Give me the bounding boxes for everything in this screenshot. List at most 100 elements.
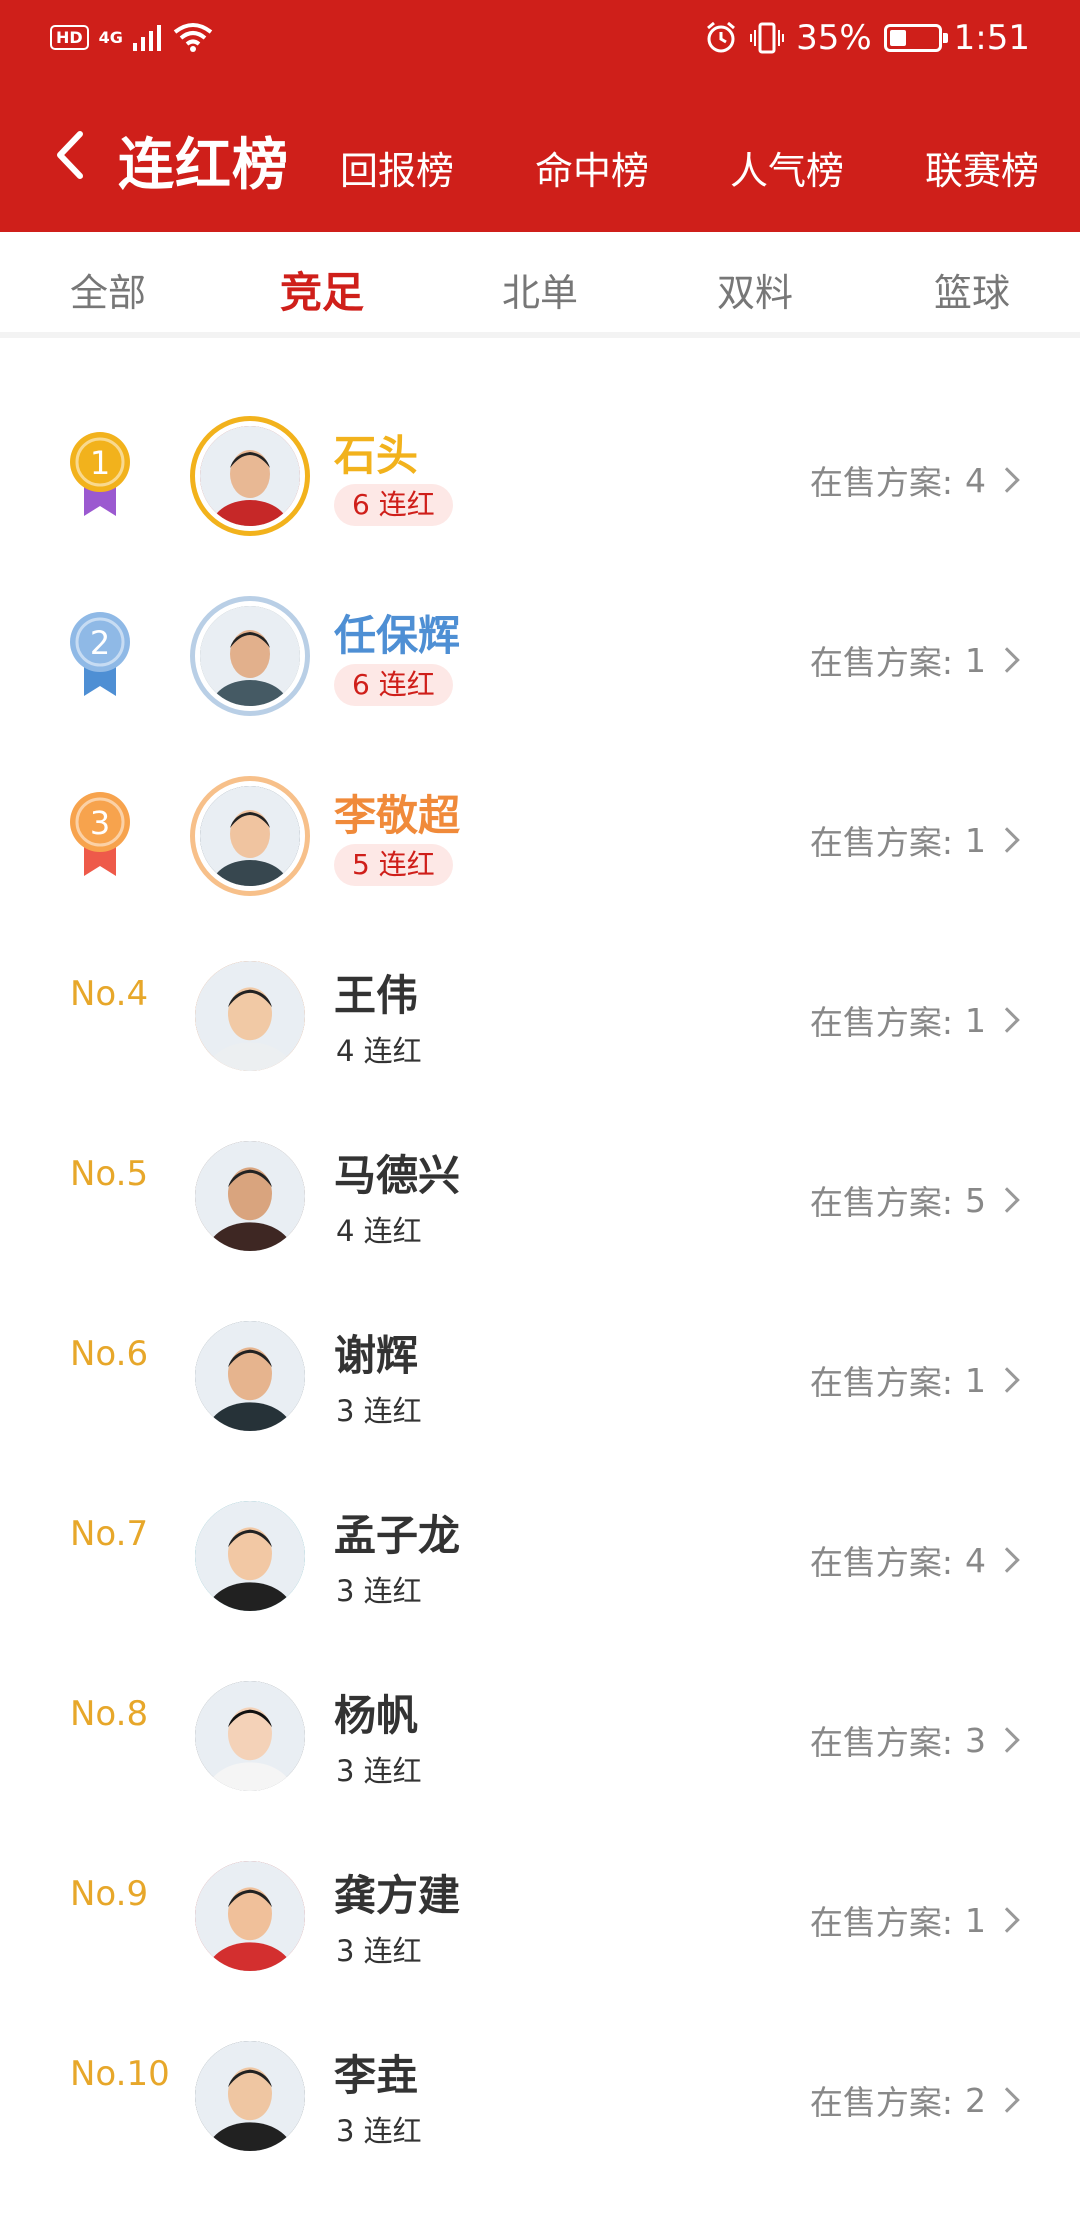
expert-name: 孟子龙	[334, 1511, 461, 1560]
onsale-plans[interactable]: 在售方案: 4	[810, 1536, 1020, 1584]
avatar[interactable]	[190, 416, 310, 536]
onsale-count: 3	[965, 1720, 986, 1760]
onsale-plans[interactable]: 在售方案: 1	[810, 636, 1020, 684]
subtab-beidan[interactable]: 北单	[502, 262, 578, 317]
avatar[interactable]	[190, 1136, 310, 1256]
onsale-plans[interactable]: 在售方案: 2	[810, 2076, 1020, 2124]
page-title: 连红榜	[118, 133, 289, 198]
tab-popular[interactable]: 人气榜	[730, 140, 844, 195]
onsale-count: 1	[965, 1000, 986, 1040]
back-arrow-icon[interactable]	[48, 128, 92, 182]
alarm-icon	[707, 21, 736, 53]
person-silhouette-icon	[200, 426, 300, 526]
onsale-count: 1	[965, 1360, 986, 1400]
subtab-jingzu[interactable]: 竞足	[280, 259, 364, 320]
expert-name: 任保辉	[334, 611, 461, 660]
expert-name: 谢辉	[334, 1331, 419, 1380]
ranking-row[interactable]: 3 李敬超 5 连红 在售方案: 1	[0, 730, 1080, 910]
onsale-plans[interactable]: 在售方案: 1	[810, 1896, 1020, 1944]
avatar-photo	[200, 426, 300, 526]
medal-icon: 3	[70, 792, 130, 876]
avatar[interactable]	[190, 1856, 310, 1976]
streak-count: 3 连红	[336, 1754, 422, 1788]
ranking-row[interactable]: No.9 龚方建 3 连红 在售方案: 1	[0, 1810, 1080, 1990]
onsale-count: 4	[965, 460, 986, 500]
person-silhouette-icon	[195, 1141, 305, 1251]
rank-number: No.5	[70, 1154, 149, 1194]
subtab-all[interactable]: 全部	[70, 262, 146, 317]
ranking-row[interactable]: No.6 谢辉 3 连红 在售方案: 1	[0, 1270, 1080, 1450]
avatar[interactable]	[190, 776, 310, 896]
vibrate-icon	[750, 22, 785, 54]
ranking-row[interactable]: No.8 杨帆 3 连红 在售方案: 3	[0, 1630, 1080, 1810]
subtab-basketball[interactable]: 篮球	[934, 262, 1010, 317]
streak-badge: 6 连红	[334, 484, 453, 526]
person-silhouette-icon	[195, 961, 305, 1071]
ranking-row[interactable]: No.5 马德兴 4 连红 在售方案: 5	[0, 1090, 1080, 1270]
rank-number: No.9	[70, 1874, 149, 1914]
ranking-row[interactable]: 1 石头 6 连红 在售方案: 4	[0, 370, 1080, 550]
chevron-right-icon	[994, 1007, 1020, 1033]
streak-count: 4 连红	[336, 1034, 422, 1068]
avatar[interactable]	[190, 596, 310, 716]
rank-number: No.6	[70, 1334, 149, 1374]
streak-count: 4 连红	[336, 1214, 422, 1248]
onsale-plans[interactable]: 在售方案: 3	[810, 1716, 1020, 1764]
avatar[interactable]	[190, 2036, 310, 2156]
onsale-label: 在售方案:	[809, 1003, 953, 1042]
tab-hit[interactable]: 命中榜	[535, 140, 649, 195]
expert-name: 李敬超	[334, 791, 461, 840]
avatar[interactable]	[190, 956, 310, 1076]
rank-number: No.7	[70, 1514, 149, 1554]
medal-rank: 3	[90, 804, 110, 842]
expert-name: 王伟	[334, 971, 419, 1020]
onsale-count: 1	[965, 640, 986, 680]
onsale-plans[interactable]: 在售方案: 1	[810, 1356, 1020, 1404]
onsale-plans[interactable]: 在售方案: 4	[810, 456, 1020, 504]
tab-league[interactable]: 联赛榜	[925, 140, 1039, 195]
avatar[interactable]	[190, 1316, 310, 1436]
onsale-plans[interactable]: 在售方案: 1	[809, 816, 1020, 864]
onsale-count: 5	[965, 1180, 986, 1220]
battery-icon	[883, 24, 948, 52]
person-silhouette-icon	[195, 2041, 305, 2151]
person-silhouette-icon	[195, 1861, 305, 1971]
streak-count: 3 连红	[336, 1574, 422, 1608]
clock: 1:51	[953, 18, 1030, 58]
expert-name: 马德兴	[334, 1151, 461, 1200]
avatar[interactable]	[190, 1496, 310, 1616]
avatar-photo	[195, 1501, 305, 1611]
onsale-count: 1	[965, 1900, 986, 1940]
wifi-icon	[173, 23, 213, 52]
expert-name: 石头	[334, 431, 419, 480]
avatar-photo	[195, 1321, 305, 1431]
person-silhouette-icon	[195, 1321, 305, 1431]
tab-return[interactable]: 回报榜	[340, 140, 454, 195]
onsale-plans[interactable]: 在售方案: 1	[809, 996, 1020, 1044]
ranking-row[interactable]: 2 任保辉 6 连红 在售方案: 1	[0, 550, 1080, 730]
medal-rank: 2	[90, 624, 110, 662]
signal-icon	[132, 25, 161, 51]
medal-rank: 1	[90, 444, 110, 482]
battery-percent: 35%	[796, 18, 872, 58]
network-type: 4G	[98, 27, 123, 47]
hd-icon: HD	[50, 24, 89, 50]
streak-count: 3 连红	[336, 2114, 422, 2148]
onsale-count: 2	[965, 2080, 986, 2120]
title-bar: 连红榜 回报榜 命中榜 人气榜 联赛榜	[0, 110, 1080, 200]
ranking-row[interactable]: No.4 王伟 4 连红 在售方案: 1	[0, 910, 1080, 1090]
onsale-plans[interactable]: 在售方案: 5	[810, 1176, 1020, 1224]
expert-name: 龚方建	[334, 1871, 461, 1920]
person-silhouette-icon	[200, 786, 300, 886]
ranking-row[interactable]: No.10 李垚 3 连红 在售方案: 2	[0, 1990, 1080, 2170]
avatar[interactable]	[190, 1676, 310, 1796]
chevron-right-icon	[994, 1187, 1020, 1213]
status-bar: HD 4G 35% 1:51	[0, 0, 1080, 82]
onsale-label: 在售方案:	[809, 823, 953, 862]
chevron-right-icon	[994, 827, 1020, 853]
rank-number: No.10	[70, 2054, 170, 2094]
ranking-row[interactable]: No.7 孟子龙 3 连红 在售方案: 4	[0, 1450, 1080, 1630]
avatar-photo	[200, 606, 300, 706]
subtab-shuangliao[interactable]: 双料	[717, 262, 793, 317]
chevron-right-icon	[994, 1367, 1020, 1393]
